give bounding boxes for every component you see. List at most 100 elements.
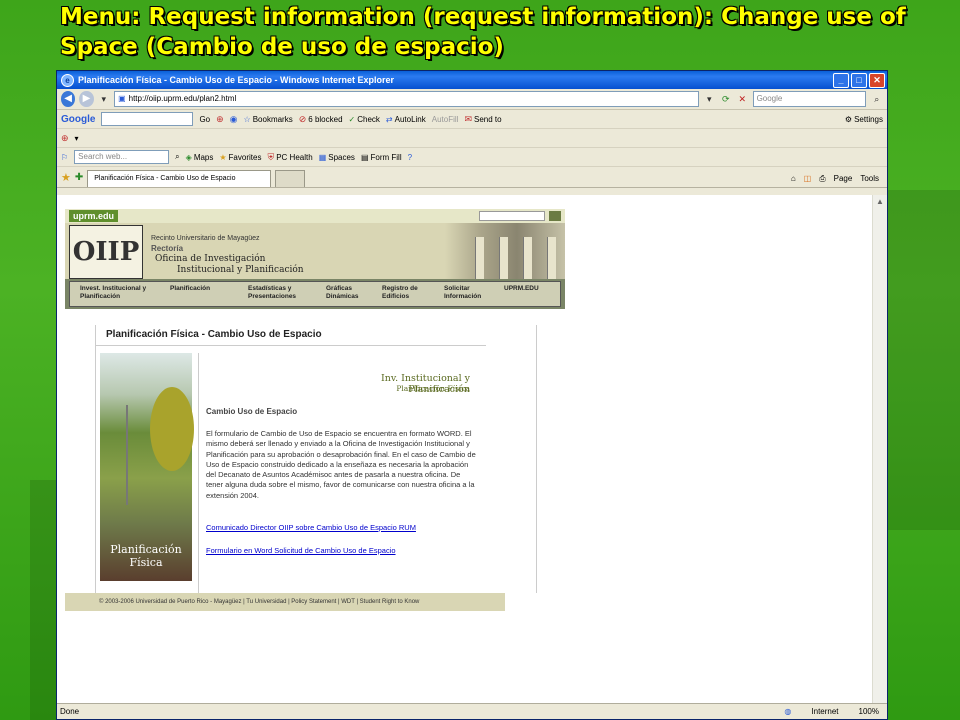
search-icon[interactable]: ⌕ (870, 92, 883, 106)
help-icon[interactable]: ? (408, 153, 412, 162)
print-icon[interactable]: ⎙ (819, 171, 825, 187)
close-button[interactable]: ✕ (869, 72, 885, 88)
pchealth-label: PC Health (276, 152, 313, 162)
forward-button[interactable]: ▶ (79, 91, 94, 107)
live-icon[interactable]: ⚐ (61, 153, 68, 162)
check-button[interactable]: ✓ Check (349, 115, 380, 124)
web-content: uprm.edu OIIP Recinto Universitario de M… (57, 195, 873, 703)
banner-campus: Recinto Universitario de Mayagüez (151, 235, 260, 242)
wrench-icon: ⚙ (844, 114, 853, 124)
command-bar: ⌂ ◫ ⎙ Page Tools (791, 171, 887, 187)
tools-menu[interactable]: Tools (860, 171, 879, 187)
toolbar-icon[interactable]: ⊕ (216, 114, 224, 125)
tab-active[interactable]: Planificación Física - Cambio Uso de Esp… (87, 170, 272, 187)
slide-title: Menu: Request information (request infor… (60, 4, 906, 60)
tree-shape (150, 387, 194, 471)
go-label: Go (199, 114, 211, 124)
spaces-label: Spaces (328, 152, 355, 162)
menu-item-estadisticas[interactable]: Estadísticas y Presentaciones (248, 282, 326, 306)
popup-blocker-button[interactable]: ⊘ 6 blocked (299, 114, 343, 125)
back-button[interactable]: ◀ (61, 91, 76, 107)
autofill-button[interactable]: AutoFill (432, 115, 459, 124)
maps-icon: ◈ (185, 152, 192, 162)
feeds-icon[interactable]: ◫ (804, 171, 812, 187)
photo-caption: Planificación Física (100, 543, 192, 569)
live-toolbar: ⚐ Search web... ⌕ ◈ Maps ★ Favorites ⛨ PC H… (57, 148, 887, 167)
address-bar-row: ◀ ▶ ▾ ▣ http://oiip.uprm.edu/plan2.html … (57, 89, 887, 110)
bookmarks-button[interactable]: ☆ Bookmarks (244, 115, 293, 124)
maps-button[interactable]: ◈ Maps (186, 153, 214, 162)
autolink-icon: ⇄ (385, 114, 393, 124)
bookmarks-label: Bookmarks (252, 114, 293, 124)
autolink-button[interactable]: ⇄ AutoLink (386, 115, 426, 124)
address-input[interactable]: ▣ http://oiip.uprm.edu/plan2.html (114, 91, 700, 107)
minimize-button[interactable]: _ (833, 72, 849, 88)
blocked-label: 6 blocked (308, 114, 343, 124)
section-brand-sub: Planificación Física (396, 384, 470, 393)
menu-item-graficas[interactable]: Gráficas Dinámicas (326, 282, 382, 306)
spaces-button[interactable]: ▦ Spaces (319, 153, 355, 162)
addon-icon[interactable]: ⊕ (61, 133, 69, 144)
page-title: Planificación Física - Cambio Uso de Esp… (96, 325, 486, 346)
settings-label: Settings (854, 114, 883, 124)
site-menu: Invest. Institucional y Planificación Pl… (65, 279, 565, 309)
link-formulario[interactable]: Formulario en Word Solicitud de Cambio U… (206, 546, 396, 555)
google-search-input[interactable] (101, 112, 194, 126)
settings-button[interactable]: ⚙ Settings (845, 115, 883, 124)
refresh-icon[interactable]: ⟳ (720, 92, 733, 106)
zoom-level[interactable]: 100% (859, 707, 879, 716)
recent-pages-icon[interactable]: ▾ (98, 92, 111, 106)
browser-window: e Planificación Física - Cambio Uso de E… (56, 70, 888, 720)
sendto-label: Send to (473, 114, 502, 124)
menu-item-planificacion[interactable]: Planificación (170, 282, 248, 306)
campus-photo: Planificación Física (100, 353, 194, 581)
favorites-center-icon[interactable]: ★ (61, 171, 71, 184)
banner-office-line2: Institucional y Planificación (177, 265, 304, 275)
page-icon: ▣ (118, 94, 126, 103)
photo-caption-line1: Planificación (110, 543, 182, 556)
sendto-button[interactable]: ✉ Send to (464, 114, 501, 125)
menu-item-solicitar[interactable]: Solicitar Información (444, 282, 504, 306)
browser-search-input[interactable]: Google (752, 91, 867, 107)
pchealth-button[interactable]: ⛨ PC Health (267, 152, 312, 163)
toolbar-icon[interactable]: ◉ (230, 114, 238, 125)
uprm-logo[interactable]: uprm.edu (69, 210, 119, 222)
section-body: El formulario de Cambio de Uso de Espaci… (206, 429, 476, 500)
search-icon[interactable]: ⌕ (175, 152, 179, 162)
sendto-icon: ✉ (464, 113, 472, 124)
window-controls: _ □ ✕ (833, 72, 887, 88)
vertical-scrollbar[interactable]: ▲ (872, 195, 887, 703)
star-icon: ★ (219, 152, 227, 162)
window-title: Planificación Física - Cambio Uso de Esp… (78, 75, 394, 85)
globe-icon: ◍ (784, 707, 792, 716)
banner-rectoria: Rectoría (151, 244, 184, 253)
favorites-button[interactable]: ★ Favorites (219, 153, 261, 162)
go-button[interactable]: Go (199, 115, 210, 124)
add-favorite-icon[interactable]: ✚ (75, 172, 83, 183)
stop-icon[interactable]: ✕ (736, 92, 749, 106)
site-search-button[interactable] (549, 211, 561, 221)
ie-icon: e (61, 73, 74, 87)
block-icon: ⊘ (298, 113, 307, 124)
check-label: Check (357, 114, 380, 124)
menu-item-registro[interactable]: Registro de Edificios (382, 282, 444, 306)
photo-caption-line2: Física (129, 556, 163, 569)
zone-label: Internet (811, 707, 839, 716)
home-icon[interactable]: ⌂ (791, 171, 796, 187)
site-search-input[interactable] (479, 211, 545, 221)
address-dropdown-icon[interactable]: ▾ (703, 92, 716, 106)
section-heading: Cambio Uso de Espacio (206, 407, 298, 416)
addon-dropdown-icon[interactable]: ▾ (75, 134, 79, 143)
new-tab-button[interactable] (275, 170, 306, 187)
maximize-button[interactable]: □ (851, 72, 867, 88)
site-top-strip: uprm.edu (65, 209, 565, 223)
menu-item-invest[interactable]: Invest. Institucional y Planificación (80, 282, 170, 306)
page-menu[interactable]: Page (834, 171, 853, 187)
spaces-icon: ▦ (318, 152, 327, 162)
scroll-up-icon[interactable]: ▲ (873, 195, 887, 209)
link-comunicado[interactable]: Comunicado Director OIIP sobre Cambio Us… (206, 523, 416, 532)
web-search-input[interactable]: Search web... (74, 150, 170, 164)
formfill-button[interactable]: ▤ Form Fill (361, 153, 402, 162)
menu-item-uprm[interactable]: UPRM.EDU (504, 282, 554, 306)
star-icon: ☆ (243, 114, 251, 124)
